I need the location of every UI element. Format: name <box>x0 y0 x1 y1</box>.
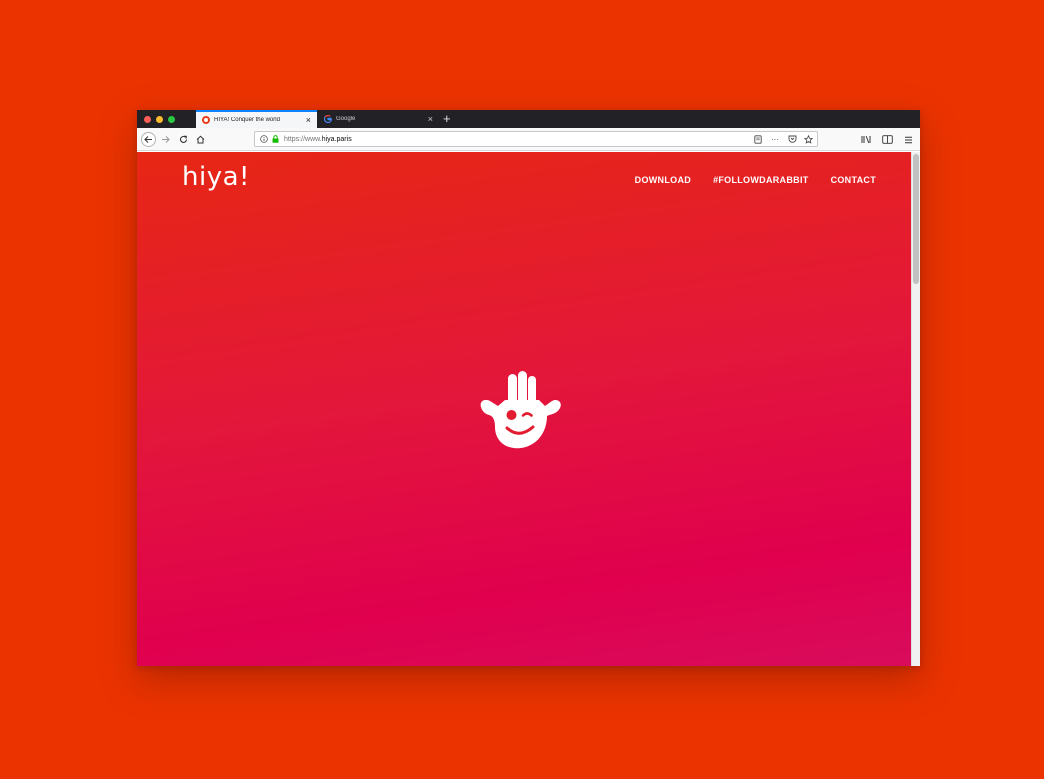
tab-strip: HIYA! Conquer the world × Google × + <box>137 110 920 128</box>
url-prefix: https://www. <box>284 135 322 143</box>
toolbar-right-group <box>860 134 914 145</box>
browser-window: HIYA! Conquer the world × Google × + htt… <box>137 110 920 666</box>
bookmark-star-icon[interactable] <box>803 134 813 144</box>
tab-close-icon[interactable]: × <box>428 114 433 124</box>
forward-button[interactable] <box>158 132 173 147</box>
scrollbar-thumb[interactable] <box>913 154 919 284</box>
window-controls <box>144 116 175 123</box>
hiya-favicon-icon <box>202 116 210 124</box>
reload-icon <box>179 135 188 143</box>
tab-hiya[interactable]: HIYA! Conquer the world × <box>196 110 317 128</box>
site-logo[interactable]: hiya! <box>182 162 250 192</box>
nav-followdarabbit-link[interactable]: #FOLLOWDARABBIT <box>713 175 809 185</box>
tab-google[interactable]: Google × <box>318 110 439 128</box>
page-actions-icon[interactable]: ··· <box>769 134 781 144</box>
site-nav: DOWNLOAD #FOLLOWDARABBIT CONTACT <box>635 175 876 185</box>
back-arrow-icon <box>144 136 152 143</box>
back-button[interactable] <box>141 132 156 147</box>
menu-hamburger-icon[interactable] <box>902 134 914 145</box>
address-bar[interactable]: https://www.hiya.paris ··· <box>254 131 818 147</box>
reload-button[interactable] <box>176 132 191 147</box>
winking-hand-mascot-icon <box>480 371 561 449</box>
minimize-window-button[interactable] <box>156 116 163 123</box>
site-info-icon[interactable] <box>260 135 269 144</box>
navigation-toolbar: https://www.hiya.paris ··· <box>137 128 920 151</box>
secure-lock-icon <box>272 135 281 144</box>
sidebar-icon[interactable] <box>881 134 893 145</box>
nav-contact-link[interactable]: CONTACT <box>831 175 876 185</box>
google-favicon-icon <box>323 114 333 124</box>
reader-view-icon[interactable] <box>753 134 763 144</box>
maximize-window-button[interactable] <box>168 116 175 123</box>
page-viewport: hiya! DOWNLOAD #FOLLOWDARABBIT CONTACT <box>137 152 911 666</box>
home-icon <box>196 135 205 144</box>
new-tab-button[interactable]: + <box>443 112 451 125</box>
tab-title: Google <box>336 116 356 122</box>
home-button[interactable] <box>193 132 208 147</box>
vertical-scrollbar[interactable] <box>911 152 920 666</box>
tab-title: HIYA! Conquer the world <box>214 117 280 123</box>
nav-download-link[interactable]: DOWNLOAD <box>635 175 691 185</box>
library-icon[interactable] <box>860 134 872 145</box>
close-window-button[interactable] <box>144 116 151 123</box>
tab-close-icon[interactable]: × <box>306 115 311 125</box>
url-domain: hiya.paris <box>321 135 352 143</box>
forward-arrow-icon <box>162 136 170 143</box>
url-text: https://www.hiya.paris <box>284 136 352 143</box>
pocket-icon[interactable] <box>787 134 797 144</box>
